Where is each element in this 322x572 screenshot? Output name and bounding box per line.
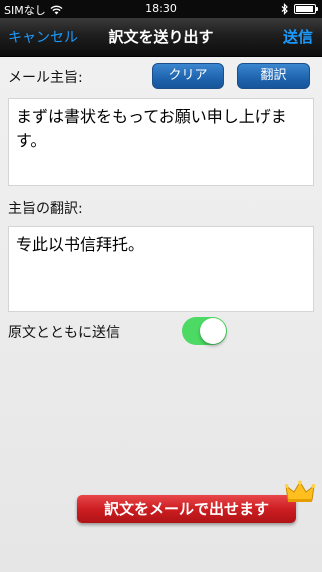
- status-bar: SIMなし 18:30: [0, 0, 322, 18]
- send-with-original-toggle[interactable]: [182, 317, 227, 345]
- send-button[interactable]: 送信: [283, 26, 313, 47]
- toggle-knob: [200, 318, 226, 344]
- promo-banner-button[interactable]: 訳文をメールで出せます: [77, 495, 296, 523]
- crown-icon: [285, 480, 315, 502]
- translate-button[interactable]: 翻訳: [237, 63, 310, 89]
- bluetooth-icon: [281, 3, 288, 15]
- translation-textarea[interactable]: 专此以书信拜托。: [8, 226, 314, 312]
- send-with-original-label: 原文とともに送信: [8, 325, 120, 341]
- page-title: 訳文を送り出す: [108, 28, 214, 46]
- message-label: メール主旨:: [8, 70, 83, 86]
- translation-label: 主旨の翻訳:: [8, 201, 83, 217]
- clear-button[interactable]: クリア: [152, 63, 224, 89]
- message-textarea[interactable]: まずは書状をもってお願い申し上げます。: [8, 98, 314, 186]
- status-time: 18:30: [145, 2, 177, 15]
- battery-icon: [294, 4, 318, 14]
- navigation-bar: キャンセル 訳文を送り出す 送信: [0, 18, 322, 57]
